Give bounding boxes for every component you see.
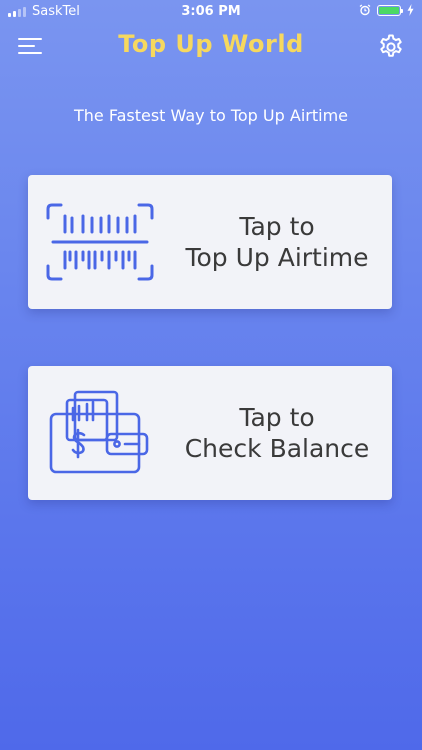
check-balance-line1: Tap to <box>239 403 315 432</box>
check-balance-button[interactable]: Tap to Check Balance <box>28 366 392 500</box>
top-up-line2: Top Up Airtime <box>185 243 369 272</box>
check-balance-text: Tap to Check Balance <box>168 366 386 500</box>
top-up-airtime-text: Tap to Top Up Airtime <box>168 175 386 309</box>
status-bar: SaskTel 3:06 PM <box>0 0 422 24</box>
top-up-line1: Tap to <box>239 212 315 241</box>
wallet-icon <box>49 390 149 474</box>
top-up-airtime-button[interactable]: Tap to Top Up Airtime <box>28 175 392 309</box>
charging-icon <box>407 4 414 16</box>
status-right <box>359 4 414 16</box>
battery-icon <box>377 4 403 16</box>
alarm-icon <box>359 4 371 16</box>
app-title: Top Up World <box>118 30 304 58</box>
check-balance-line2: Check Balance <box>184 434 370 463</box>
barcode-scan-icon <box>46 203 154 281</box>
gear-icon[interactable] <box>377 33 405 61</box>
tagline: The Fastest Way to Top Up Airtime <box>74 106 348 125</box>
